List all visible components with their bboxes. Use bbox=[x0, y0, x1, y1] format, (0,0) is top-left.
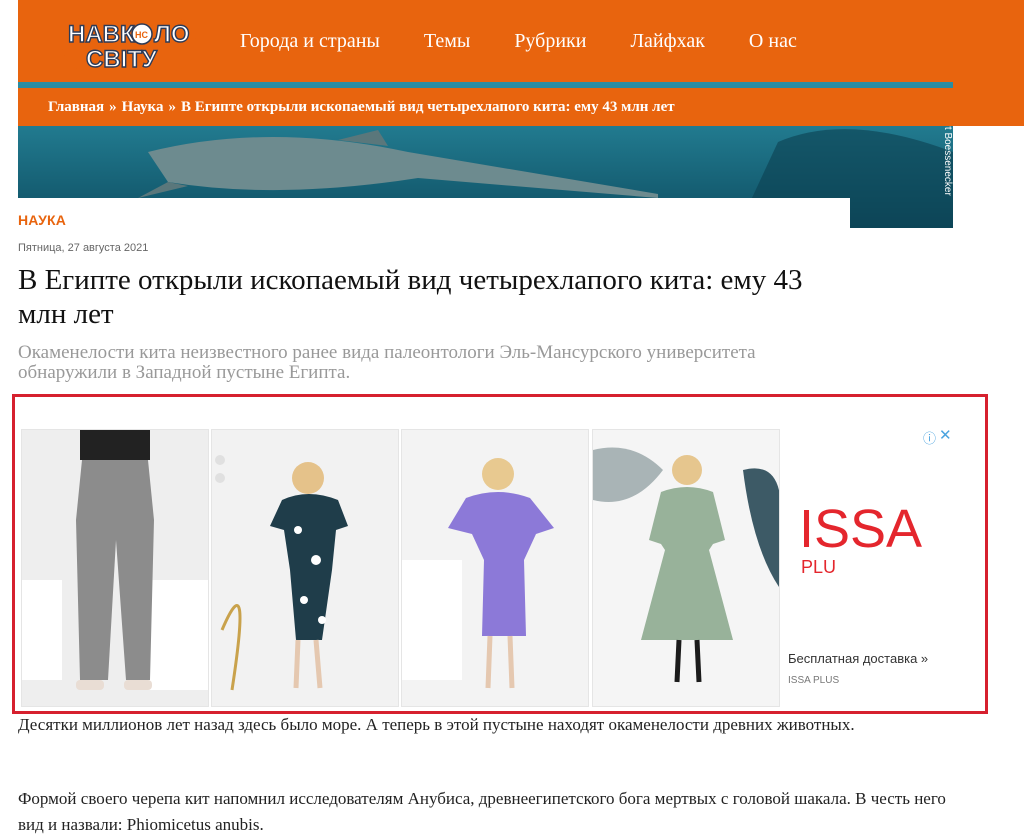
ad-advertiser-name: ISSA PLUS bbox=[788, 675, 840, 686]
advertiser-logo[interactable]: ISSA PLU bbox=[799, 493, 949, 583]
site-header: НАВК НС ЛО СВІТУ Города и страны Темы Ру… bbox=[18, 0, 1024, 82]
nav-lifehack[interactable]: Лайфхак bbox=[608, 30, 726, 53]
nav-about[interactable]: О нас bbox=[727, 30, 819, 53]
site-logo[interactable]: НАВК НС ЛО СВІТУ bbox=[60, 12, 200, 76]
breadcrumb-home[interactable]: Главная bbox=[48, 99, 104, 116]
ad-block: ⓘ ✕ ISSA PLU Бесплатная доставка » ISSA … bbox=[12, 394, 988, 714]
nav-topics[interactable]: Темы bbox=[402, 30, 492, 53]
article-paragraph: Десятки миллионов лет назад здесь было м… bbox=[18, 715, 855, 734]
breadcrumb-separator: » bbox=[109, 98, 117, 115]
article-category[interactable]: НАУКА bbox=[18, 212, 66, 228]
nav-cities-countries[interactable]: Города и страны bbox=[218, 30, 402, 53]
breadcrumb: Главная » Наука » В Египте открыли ископ… bbox=[18, 88, 1024, 126]
article-lead: Окаменелости кита неизвестного ранее вид… bbox=[18, 342, 756, 383]
ad-info-icon[interactable]: ⓘ bbox=[923, 428, 936, 447]
ad-product-card[interactable] bbox=[592, 429, 780, 707]
svg-text:ISSA: ISSA bbox=[799, 499, 922, 559]
article-paragraph: Формой своего черепа кит напомнил исслед… bbox=[18, 789, 946, 834]
svg-text:PLU: PLU bbox=[801, 557, 836, 577]
hero-cutout bbox=[18, 198, 850, 230]
breadcrumb-separator: » bbox=[168, 98, 176, 115]
breadcrumb-science[interactable]: Наука bbox=[122, 99, 164, 116]
svg-text:НС: НС bbox=[135, 30, 148, 40]
ad-cta-link[interactable]: Бесплатная доставка » bbox=[788, 651, 928, 666]
article-date: Пятница, 27 августа 2021 bbox=[18, 242, 149, 254]
nav-rubrics[interactable]: Рубрики bbox=[492, 30, 608, 53]
main-nav: Города и страны Темы Рубрики Лайфхак О н… bbox=[218, 0, 819, 82]
article-title: В Египте открыли ископаемый вид четырехл… bbox=[18, 264, 803, 330]
breadcrumb-current: В Египте открыли ископаемый вид четырехл… bbox=[180, 98, 675, 115]
ad-product-card[interactable] bbox=[401, 429, 589, 707]
svg-text:ЛО: ЛО bbox=[154, 21, 190, 48]
photo-credit: ert Boessenecker bbox=[942, 118, 953, 196]
svg-text:НАВК: НАВК bbox=[68, 21, 135, 48]
svg-text:СВІТУ: СВІТУ bbox=[86, 46, 158, 73]
ad-product-card[interactable] bbox=[21, 429, 209, 707]
ad-close-icon[interactable]: ✕ bbox=[939, 426, 952, 444]
ad-product-card[interactable] bbox=[211, 429, 399, 707]
